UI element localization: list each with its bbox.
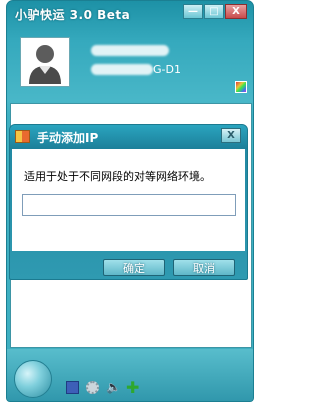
user-silhouette-icon <box>21 38 69 86</box>
plus-icon[interactable]: ✚ <box>126 380 139 396</box>
app-title: 小驴快运 3.0 Beta <box>15 8 131 22</box>
dialog-close-button[interactable]: X <box>221 128 241 143</box>
monitor-icon[interactable] <box>66 381 79 394</box>
status-suffix: G-D1 <box>153 63 181 76</box>
status-blurred <box>91 64 153 75</box>
dialog-body: 适用于处于不同网段的对等网络环境。 <box>12 149 245 251</box>
window-controls: — □ X <box>182 4 247 19</box>
ok-button[interactable]: 确定 <box>103 259 165 276</box>
gear-icon[interactable] <box>86 381 99 394</box>
cancel-button[interactable]: 取消 <box>173 259 235 276</box>
username-blurred <box>91 45 169 56</box>
network-icon[interactable] <box>14 360 52 398</box>
ip-input[interactable] <box>22 194 236 216</box>
dialog-app-icon <box>15 130 30 143</box>
avatar[interactable] <box>20 37 70 87</box>
add-ip-dialog: 手动添加IP X 适用于处于不同网段的对等网络环境。 确定 取消 <box>9 124 248 280</box>
toolbar-icons: 🔈 ✚ <box>66 380 139 396</box>
close-button[interactable]: X <box>225 4 247 19</box>
speaker-icon[interactable]: 🔈 <box>106 381 121 394</box>
minimize-button[interactable]: — <box>183 4 203 19</box>
restore-button[interactable]: □ <box>204 4 224 19</box>
dialog-title: 手动添加IP <box>37 131 99 145</box>
color-palette-icon[interactable] <box>235 81 247 93</box>
dialog-description: 适用于处于不同网段的对等网络环境。 <box>24 170 211 183</box>
